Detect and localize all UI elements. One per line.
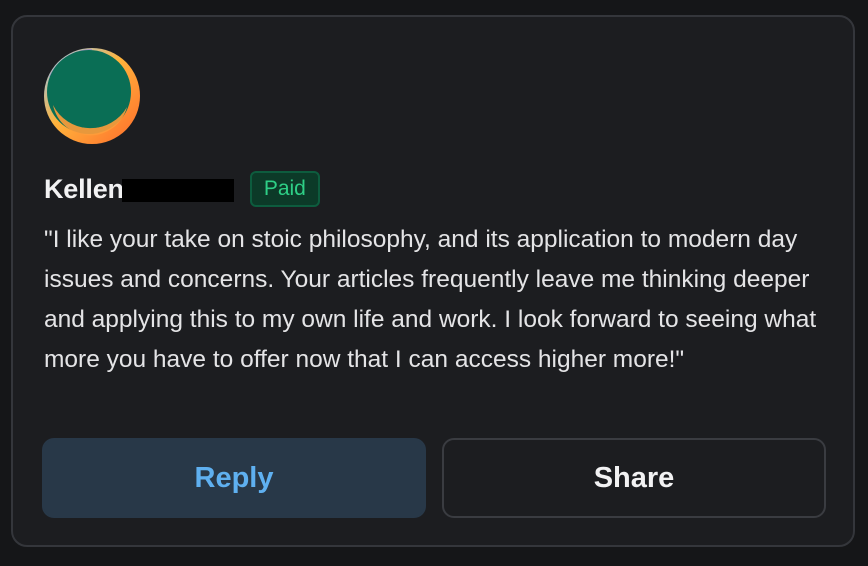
author-row: Kellen Paid: [44, 169, 320, 209]
share-button[interactable]: Share: [442, 438, 826, 518]
redaction-bar: [121, 178, 234, 202]
paid-badge: Paid: [249, 171, 320, 207]
share-button-label: Share: [593, 461, 675, 494]
author-name[interactable]: Kellen: [44, 174, 124, 205]
comment-text: "I like your take on stoic philosophy, a…: [44, 226, 817, 373]
comment-card: Kellen Paid "I like your take on stoic p…: [11, 15, 855, 547]
reply-button-label: Reply: [194, 461, 274, 494]
reply-button[interactable]: Reply: [42, 438, 426, 518]
avatar[interactable]: [43, 47, 141, 145]
